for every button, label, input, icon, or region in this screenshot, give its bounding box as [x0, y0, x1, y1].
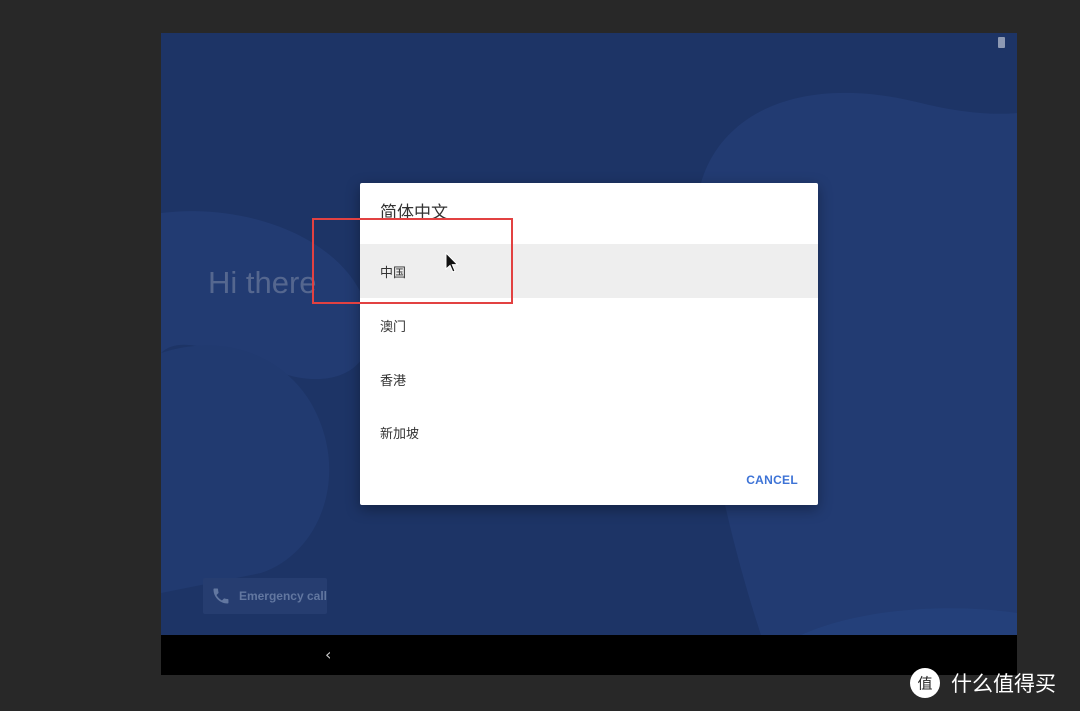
option-singapore[interactable]: 新加坡: [360, 405, 818, 459]
navigation-bar: ‹: [161, 635, 1017, 675]
option-macau[interactable]: 澳门: [360, 298, 818, 352]
emergency-call-button[interactable]: Emergency call: [203, 578, 327, 614]
watermark-logo-glyph: 值: [917, 675, 932, 693]
option-label: 新加坡: [380, 426, 420, 442]
watermark: 值 什么值得买: [909, 667, 1056, 699]
greeting-title: Hi there: [208, 265, 317, 300]
option-label: 香港: [380, 373, 407, 389]
annotation-highlight-box: [312, 218, 513, 304]
battery-icon: [998, 37, 1005, 48]
watermark-text: 什么值得买: [951, 672, 1056, 696]
phone-icon: [213, 588, 229, 604]
watermark-logo-icon: 值: [910, 668, 940, 698]
mouse-cursor-icon: [445, 252, 459, 273]
back-icon[interactable]: ‹: [325, 645, 331, 665]
option-label: 澳门: [380, 319, 407, 335]
emergency-call-label: Emergency call: [238, 589, 327, 603]
option-hong-kong[interactable]: 香港: [360, 352, 818, 406]
cancel-button[interactable]: CANCEL: [746, 473, 798, 487]
